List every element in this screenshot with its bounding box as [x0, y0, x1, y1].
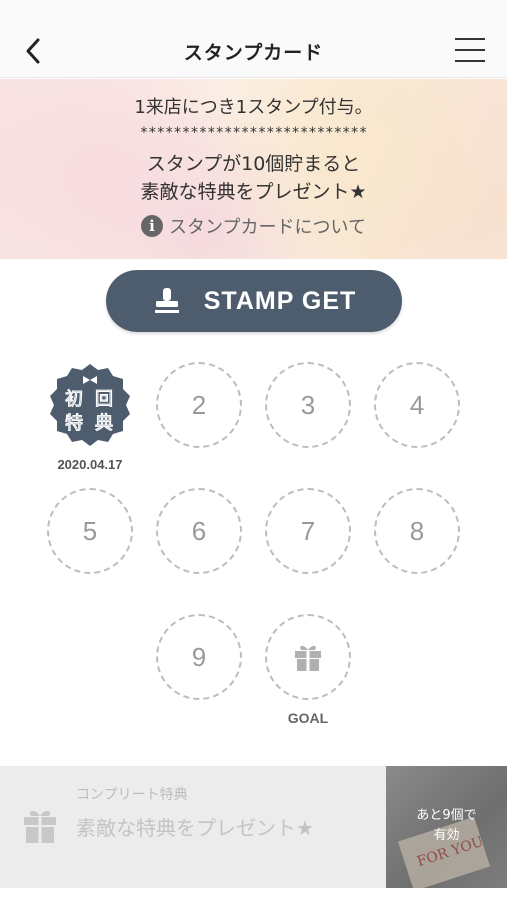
- stamp-slot-8: 8: [374, 488, 460, 574]
- info-banner: 1来店につき1スタンプ付与。 *************************…: [0, 79, 507, 259]
- about-stampcard-link[interactable]: i スタンプカードについて: [0, 213, 507, 239]
- stamp-get-button[interactable]: STAMP GET: [106, 270, 402, 332]
- remaining-count: あと9個で 有効: [386, 806, 507, 846]
- reward-thumbnail: FOR YOU あと9個で 有効: [386, 766, 507, 888]
- complete-reward-bar[interactable]: コンプリート特典 素敵な特典をプレゼント★ FOR YOU あと9個で 有効: [0, 766, 507, 888]
- first-visit-badge: 初 回 特 典: [50, 364, 130, 446]
- badge-char-4: 典: [95, 413, 113, 434]
- stamp-slot-goal: [265, 614, 351, 700]
- complete-reward-caption: コンプリート特典: [76, 787, 188, 803]
- menu-button[interactable]: [455, 38, 485, 64]
- banner-divider: ***************************: [139, 125, 368, 141]
- stamp-slot-2: 2: [156, 362, 242, 448]
- badge-char-1: 初: [65, 389, 83, 410]
- banner-reward-text-2: 素敵な特典をプレゼント★: [140, 181, 367, 203]
- about-link-label: スタンプカードについて: [169, 217, 366, 238]
- page-title: スタンプカード: [183, 42, 324, 64]
- banner-rule-text: 1来店につき1スタンプ付与。: [134, 97, 373, 118]
- stamp-slot-3: 3: [265, 362, 351, 448]
- stamp-date: 2020.04.17: [57, 457, 123, 472]
- hamburger-icon: [455, 38, 485, 40]
- badge-char-2: 回: [95, 389, 113, 410]
- goal-label: GOAL: [287, 710, 329, 726]
- hamburger-icon-line: [455, 60, 485, 62]
- banner-reward-text: スタンプが10個貯まると: [146, 153, 361, 175]
- stamp-slot-5: 5: [47, 488, 133, 574]
- stamp-slot-9: 9: [156, 614, 242, 700]
- info-icon: i: [141, 215, 164, 237]
- stamp-icon: [154, 288, 179, 313]
- stamp-slot-6: 6: [156, 488, 242, 574]
- gift-icon: [24, 810, 56, 843]
- hamburger-icon-line: [455, 49, 485, 51]
- stamp-slot-4: 4: [374, 362, 460, 448]
- stamp-get-label: STAMP GET: [203, 286, 357, 315]
- stamp-slot-1-collected: 初 回 特 典: [47, 362, 133, 448]
- remaining-line-1: あと9個で: [416, 808, 477, 823]
- app-header: スタンプカード: [0, 0, 507, 78]
- gift-icon: [295, 645, 321, 671]
- remaining-line-2: 有効: [433, 828, 460, 843]
- badge-char-3: 特: [65, 413, 83, 434]
- stamp-slot-7: 7: [265, 488, 351, 574]
- complete-reward-title: 素敵な特典をプレゼント★: [76, 816, 314, 840]
